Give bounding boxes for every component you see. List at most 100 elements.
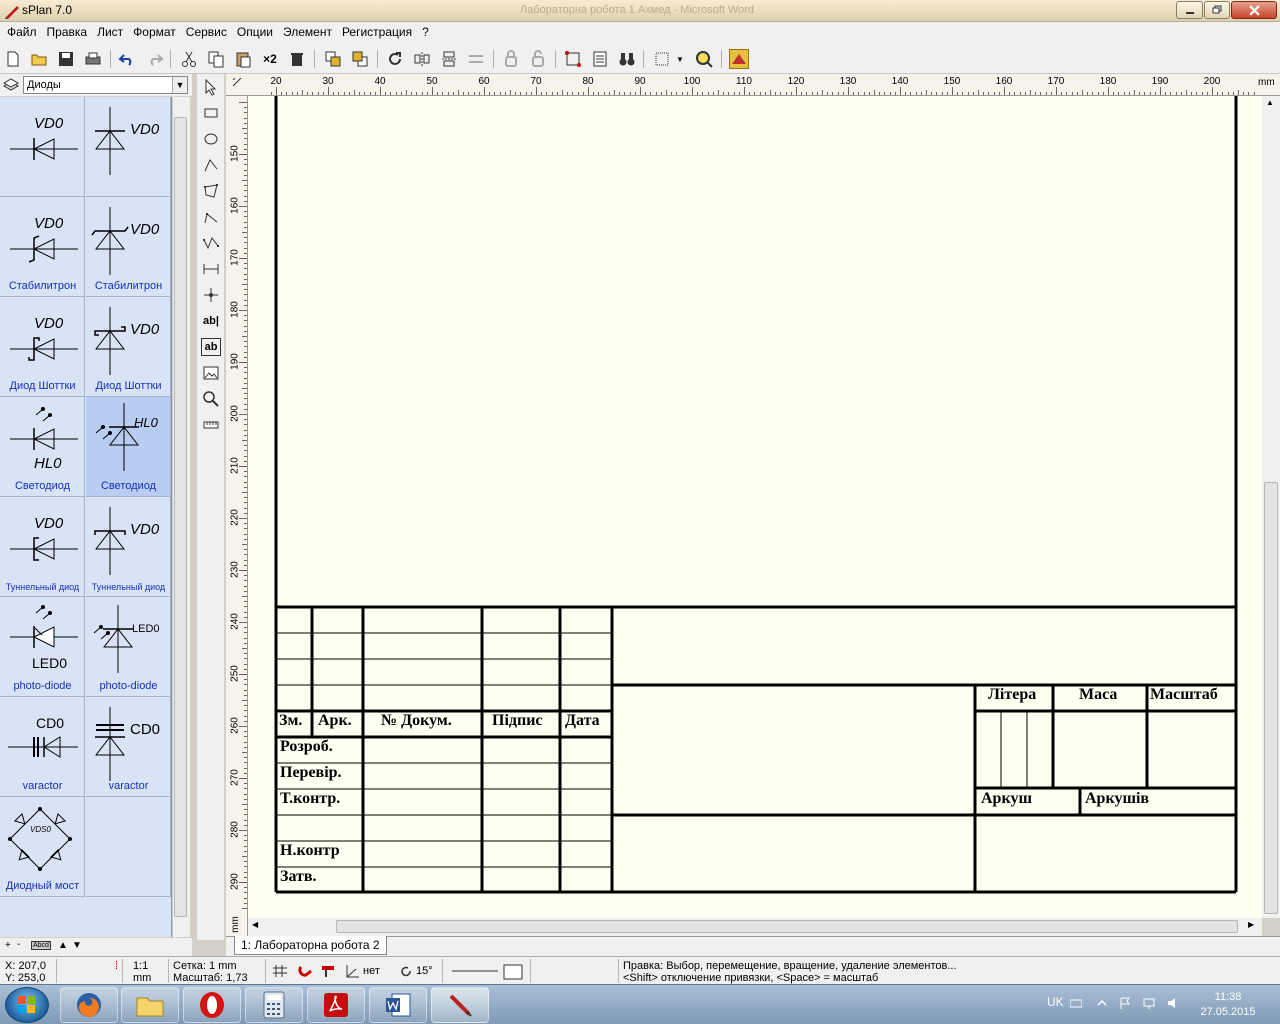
bezier-tool[interactable]	[201, 232, 221, 254]
print-button[interactable]	[83, 49, 103, 69]
sheet-tab-1[interactable]: 1: Лабораторна робота 2	[234, 936, 387, 955]
redo-button[interactable]	[145, 49, 165, 69]
menu-element[interactable]: Элемент	[278, 22, 337, 42]
bring-front-button[interactable]	[323, 49, 343, 69]
network-icon[interactable]	[1143, 997, 1155, 1009]
library-item-schottky-h[interactable]: VD0 Диод Шоттки	[0, 297, 85, 397]
cut-button[interactable]	[179, 49, 199, 69]
mirror-vertical-button[interactable]	[439, 49, 459, 69]
show-hidden-icons[interactable]	[1096, 997, 1108, 1009]
keyboard-language[interactable]: UK	[1047, 995, 1064, 1009]
library-item-photo-v[interactable]: LED0 photo-diode	[86, 597, 171, 697]
library-category-select[interactable]: Диоды ▼	[23, 76, 188, 94]
snap-magnet-icon[interactable]	[298, 964, 314, 978]
keyboard-icon[interactable]	[1070, 997, 1082, 1009]
group-button[interactable]	[501, 49, 521, 69]
rotate-button[interactable]	[385, 49, 405, 69]
menu-edit[interactable]: Правка	[42, 22, 93, 42]
taskbar-opera[interactable]	[183, 987, 241, 1023]
taskbar-firefox[interactable]	[60, 987, 118, 1023]
library-item-tunnel-h[interactable]: VD0 Туннельный диод	[0, 497, 85, 597]
ortho-icon[interactable]	[320, 964, 336, 978]
line-tool[interactable]	[201, 154, 221, 176]
library-item-bridge[interactable]: VDS0 Диодный мост	[0, 797, 85, 897]
library-item-led-h[interactable]: HL0 Светодиод	[0, 397, 85, 497]
undo-button[interactable]	[117, 49, 137, 69]
taskbar-word[interactable]	[369, 987, 427, 1023]
library-item-led-v[interactable]: HL0 Светодиод	[86, 397, 171, 497]
connections-button[interactable]	[563, 49, 583, 69]
menu-service[interactable]: Сервис	[181, 22, 232, 42]
volume-icon[interactable]	[1167, 997, 1179, 1009]
send-back-button[interactable]	[350, 49, 370, 69]
rotation-icon[interactable]	[399, 964, 413, 978]
taskbar-pdf-reader[interactable]	[307, 987, 365, 1023]
project-button[interactable]	[729, 49, 749, 69]
canvas-vertical-scroll-thumb[interactable]	[1264, 482, 1278, 914]
library-item-schottky-v[interactable]: VD0 Диод Шоттки	[86, 297, 171, 397]
align-button[interactable]	[466, 49, 486, 69]
library-item-zener-h[interactable]: VD0 Стабилитрон	[0, 197, 85, 297]
close-button[interactable]	[1231, 1, 1277, 19]
ellipse-tool[interactable]	[201, 128, 221, 150]
taskbar-splan[interactable]	[431, 987, 489, 1023]
angle-icon[interactable]	[346, 964, 360, 978]
grid-button[interactable]	[652, 49, 672, 69]
image-tool[interactable]	[201, 362, 221, 384]
paste-button[interactable]	[233, 49, 253, 69]
menu-sheet[interactable]: Лист	[92, 22, 128, 42]
ungroup-button[interactable]	[528, 49, 548, 69]
rectangle-tool[interactable]	[201, 102, 221, 124]
canvas-horizontal-scroll-thumb[interactable]	[336, 920, 1238, 933]
find-button[interactable]	[617, 49, 637, 69]
library-add-button[interactable]: +	[5, 940, 11, 951]
new-file-button[interactable]	[3, 49, 23, 69]
measure-tool[interactable]	[201, 414, 221, 436]
parts-list-button[interactable]	[590, 49, 610, 69]
library-item-diode-h[interactable]: VD0	[0, 97, 85, 197]
save-button[interactable]	[56, 49, 76, 69]
library-item-diode-v[interactable]: VD0	[86, 97, 171, 197]
menu-options[interactable]: Опции	[232, 22, 278, 42]
taskbar-explorer[interactable]	[121, 987, 179, 1023]
scroll-up-icon[interactable]: ▲	[1266, 98, 1274, 107]
grid-dropdown[interactable]: ▼	[674, 49, 686, 69]
polyline-tool[interactable]	[201, 206, 221, 228]
library-item-tunnel-v[interactable]: VD0 Туннельный диод	[86, 497, 171, 597]
library-down-button[interactable]: ▼	[72, 940, 82, 951]
minimize-button[interactable]	[1176, 1, 1203, 19]
drawing-canvas[interactable]: Зм. Арк. № Докум. Підпис Дата Розроб. Пе…	[248, 96, 1262, 918]
start-button[interactable]	[5, 987, 49, 1023]
zoom-button[interactable]	[694, 49, 714, 69]
menu-help[interactable]: ?	[417, 22, 434, 42]
library-remove-button[interactable]: -	[17, 939, 20, 950]
open-file-button[interactable]	[29, 49, 49, 69]
grid-snap-icon[interactable]	[272, 964, 288, 978]
menu-format[interactable]: Формат	[128, 22, 181, 42]
duplicate-button[interactable]: ×2	[260, 49, 280, 69]
action-center-icon[interactable]	[1119, 997, 1131, 1009]
zoom-tool[interactable]	[201, 388, 221, 410]
mirror-horizontal-button[interactable]	[412, 49, 432, 69]
fill-style-icon[interactable]	[503, 964, 523, 980]
library-item-photo-h[interactable]: LED0 photo-diode	[0, 597, 85, 697]
menu-registration[interactable]: Регистрация	[337, 22, 417, 42]
junction-tool[interactable]	[201, 284, 221, 306]
copy-button[interactable]	[206, 49, 226, 69]
scroll-left-icon[interactable]: ◀	[252, 920, 258, 929]
text-frame-tool[interactable]: ab	[201, 338, 221, 356]
text-tool[interactable]: ab|	[201, 310, 221, 332]
library-item-varactor-h[interactable]: CD0 varactor	[0, 697, 85, 797]
restore-button[interactable]	[1204, 1, 1230, 19]
menu-file[interactable]: Файл	[2, 22, 42, 42]
select-tool[interactable]	[201, 76, 221, 98]
polygon-tool[interactable]	[201, 180, 221, 202]
library-text-button[interactable]: Abcd	[31, 941, 51, 950]
line-style-icon[interactable]	[452, 970, 498, 972]
taskbar-calculator[interactable]	[245, 987, 303, 1023]
dimension-tool[interactable]	[201, 258, 221, 280]
library-item-varactor-v[interactable]: CD0 varactor	[86, 697, 171, 797]
scroll-right-icon[interactable]: ▶	[1248, 920, 1254, 929]
delete-button[interactable]	[287, 49, 307, 69]
library-item-zener-v[interactable]: VD0 Стабилитрон	[86, 197, 171, 297]
